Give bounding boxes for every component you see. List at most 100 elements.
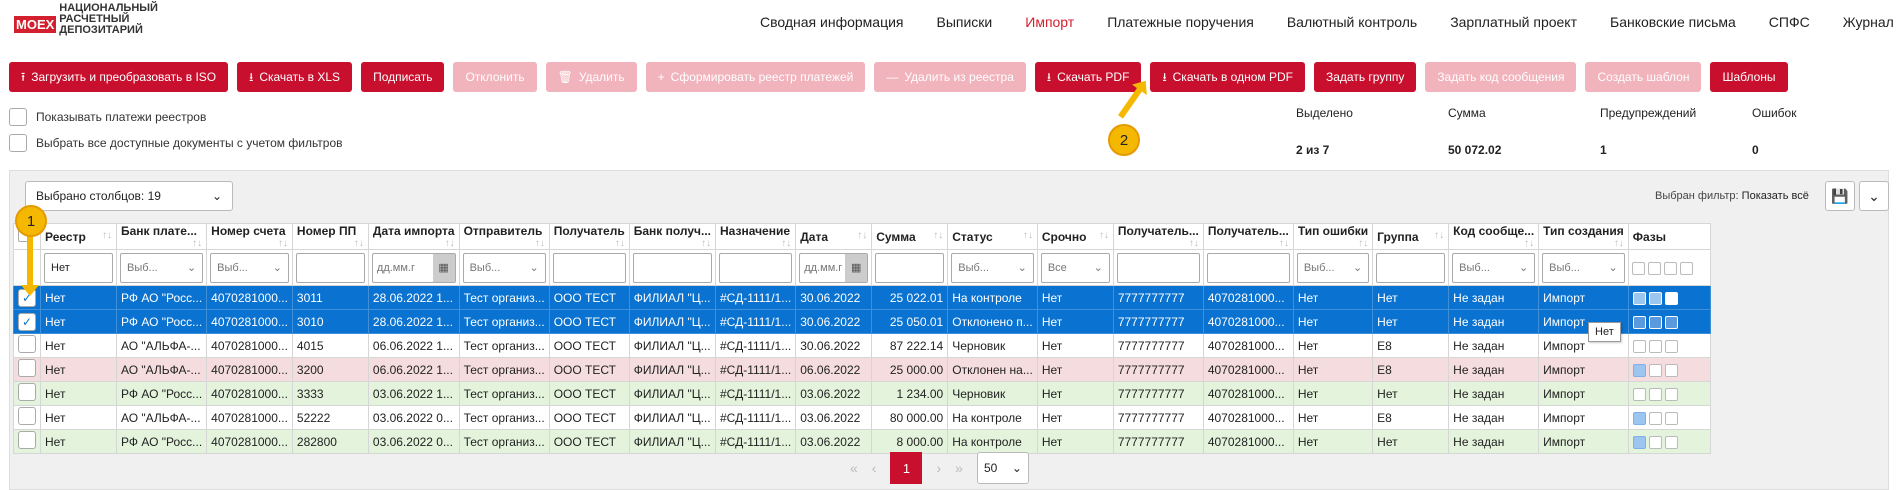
sort-icon[interactable]: ↑↓ [102, 230, 112, 241]
table-row[interactable]: Нет РФ АО "Росс... 4070281000... 282800 03.0… [13, 429, 1711, 454]
filter-input[interactable] [719, 252, 793, 283]
sort-icon[interactable]: ↑↓ [1189, 238, 1199, 249]
sort-icon[interactable]: ↑↓ [1023, 230, 1033, 241]
row-checkbox[interactable] [18, 359, 36, 377]
column-header[interactable]: Получатель ↑↓ [548, 223, 630, 250]
row-select-cell[interactable] [13, 357, 41, 382]
row-select-cell[interactable] [13, 405, 41, 430]
column-header[interactable]: Сумма ↑↓ [871, 223, 949, 250]
column-header[interactable]: Банк плате... ↑↓ [115, 223, 208, 250]
filter-input[interactable] [552, 252, 626, 283]
column-header[interactable]: Тип ошибки ↑↓ [1292, 223, 1374, 250]
column-header[interactable]: Отправитель ↑↓ [458, 223, 550, 250]
column-header[interactable]: Статус ↑↓ [947, 223, 1038, 250]
logo[interactable]: MOEX НАЦИОНАЛЬНЫЙ РАСЧЕТНЫЙ ДЕПОЗИТАРИЙ [14, 3, 158, 36]
first-page-button[interactable]: « [850, 460, 858, 476]
phase-filter-checkbox[interactable] [1647, 261, 1661, 275]
show-registry-checkbox[interactable] [9, 108, 27, 126]
table-row[interactable]: Нет АО "АЛЬФА-... 4070281000... 3200 06.06.2… [13, 357, 1711, 382]
nav-item[interactable]: Банковские письма [1610, 14, 1736, 30]
sort-icon[interactable]: ↑↓ [1099, 230, 1109, 241]
last-page-button[interactable]: » [955, 460, 963, 476]
calendar-icon[interactable]: ▦ [845, 253, 868, 282]
column-header[interactable]: Группа ↑↓ [1372, 223, 1450, 250]
toolbar-button[interactable]: ⭳ Скачать PDF [1034, 62, 1142, 92]
sort-icon[interactable]: ↑↓ [278, 238, 288, 249]
column-header[interactable]: Получатель... ↑↓ [1202, 223, 1294, 250]
row-checkbox[interactable] [18, 407, 36, 425]
nav-item[interactable]: Сводная информация [760, 14, 904, 30]
sort-icon[interactable]: ↑↓ [857, 230, 867, 241]
table-row[interactable]: Нет РФ АО "Росс... 4070281000... 3333 03.06.… [13, 381, 1711, 406]
column-header[interactable]: Номер счета ↑↓ [206, 223, 293, 250]
phase-filter-checkbox[interactable] [1679, 261, 1693, 275]
sort-icon[interactable]: ↑↓ [1279, 238, 1289, 249]
nav-item[interactable]: Зарплатный проект [1450, 14, 1577, 30]
toolbar-button[interactable]: ⭱ Загрузить и преобразовать в ISO [9, 62, 229, 92]
table-row[interactable]: ✓ Нет РФ АО "Росс... 4070281000... 3011 28.06… [13, 285, 1711, 310]
current-page[interactable]: 1 [890, 452, 923, 484]
sort-icon[interactable]: ↑↓ [701, 238, 711, 249]
show-registry-option[interactable]: Показывать платежи реестров [9, 108, 206, 126]
row-checkbox[interactable]: ✓ [18, 312, 36, 331]
nav-item[interactable]: Валютный контроль [1287, 14, 1417, 30]
filter-select[interactable]: Выб... ⌄ [1296, 252, 1370, 283]
filter-input[interactable] [1376, 252, 1446, 283]
phase-filter-checkbox[interactable] [1631, 261, 1645, 275]
sort-icon[interactable]: ↑↓ [535, 238, 545, 249]
filter-input[interactable]: дд.мм.г ▦ [371, 252, 456, 283]
filter-select[interactable]: Выб... ⌄ [120, 252, 204, 283]
sort-icon[interactable]: ↑↓ [933, 230, 943, 241]
row-select-cell[interactable] [13, 381, 41, 406]
select-all-option[interactable]: Выбрать все доступные документы с учетом… [9, 134, 343, 152]
columns-select[interactable]: Выбрано столбцов: 19 ⌄ [25, 181, 233, 211]
nav-item[interactable]: Импорт [1025, 14, 1074, 30]
toolbar-button[interactable]: ⭳ Скачать в одном PDF [1150, 62, 1305, 92]
table-row[interactable]: ✓ Нет РФ АО "Росс... 4070281000... 3010 28.06… [13, 309, 1711, 334]
filter-input[interactable]: дд.мм.г ▦ [799, 252, 869, 283]
table-row[interactable]: Нет АО "АЛЬФА-... 4070281000... 4015 06.06.2… [13, 333, 1711, 358]
column-header[interactable]: Срочно ↑↓ [1036, 223, 1114, 250]
filter-select[interactable]: Выб... ⌄ [462, 252, 546, 283]
sort-icon[interactable]: ↑↓ [781, 238, 791, 249]
toolbar-button[interactable]: Создать шаблон [1585, 62, 1702, 92]
toolbar-button[interactable]: — Удалить из реестра [874, 62, 1026, 92]
calendar-icon[interactable]: ▦ [432, 253, 455, 282]
filter-select[interactable]: Выб... ⌄ [951, 252, 1034, 283]
filter-input[interactable] [1116, 252, 1200, 283]
page-size-select[interactable]: 50 ⌄ [976, 452, 1029, 484]
filter-input[interactable] [632, 252, 712, 283]
prev-page-button[interactable]: ‹ [872, 460, 877, 476]
column-header[interactable]: Реестр ↑↓ [40, 223, 117, 250]
toolbar-button[interactable]: Задать группу [1313, 62, 1417, 92]
toolbar-button[interactable]: Подписать [361, 62, 445, 92]
sort-icon[interactable]: ↑↓ [445, 238, 455, 249]
filter-select[interactable]: Выб... ⌄ [210, 252, 289, 283]
column-header[interactable]: Тип создания ↑↓ [1538, 223, 1629, 250]
toolbar-button[interactable]: 🗑 Удалить [545, 62, 637, 92]
select-all-checkbox[interactable] [9, 134, 27, 152]
column-header[interactable]: Банк получ... ↑↓ [628, 223, 717, 250]
sort-icon[interactable]: ↑↓ [192, 238, 202, 249]
sort-icon[interactable]: ↑↓ [1358, 238, 1368, 249]
toolbar-button[interactable]: + Сформировать реестр платежей [645, 62, 866, 92]
filter-input[interactable] [1206, 252, 1290, 283]
column-header[interactable]: Код сообще... ↑↓ [1448, 223, 1540, 250]
table-row[interactable]: Нет АО "АЛЬФА-... 4070281000... 52222 03.06.… [13, 405, 1711, 430]
nav-item[interactable]: Журнал [1843, 14, 1894, 30]
filter-select[interactable]: Все ⌄ [1040, 252, 1110, 283]
column-header[interactable]: Назначение ↑↓ [714, 223, 797, 250]
save-filter-button[interactable]: 💾 [1825, 181, 1855, 211]
phase-filter-checkbox[interactable] [1663, 261, 1677, 275]
column-header[interactable]: Дата импорта ↑↓ [367, 223, 460, 250]
row-checkbox[interactable] [18, 431, 36, 449]
next-page-button[interactable]: › [936, 460, 941, 476]
toolbar-button[interactable]: Шаблоны [1710, 62, 1788, 92]
column-header[interactable]: Номер ПП ↑↓ [291, 223, 369, 250]
row-select-cell[interactable]: ✓ [13, 309, 41, 334]
sort-icon[interactable]: ↑↓ [1614, 238, 1624, 249]
filter-input[interactable] [875, 252, 945, 283]
filter-select[interactable]: Выб... ⌄ [1452, 252, 1536, 283]
column-header[interactable]: Дата ↑↓ [795, 223, 873, 250]
sort-icon[interactable]: ↑↓ [354, 238, 364, 249]
